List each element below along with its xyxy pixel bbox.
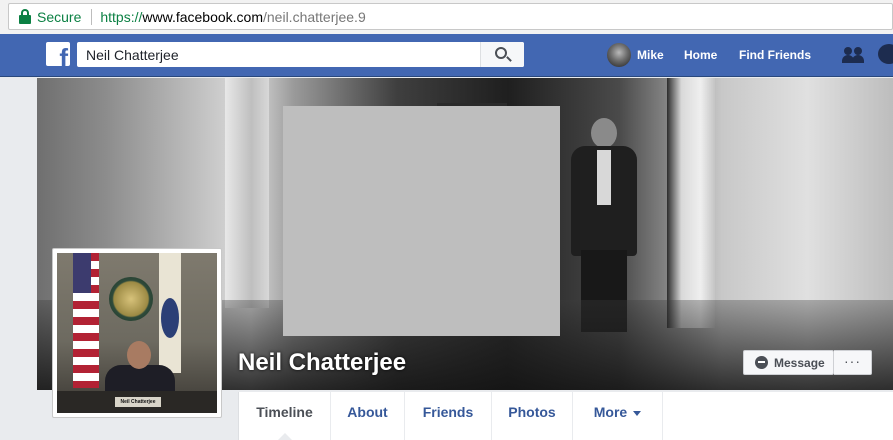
- profile-tabs: Timeline About Friends Photos More: [238, 392, 893, 440]
- message-button-label: Message: [774, 355, 825, 370]
- user-name-link[interactable]: Mike: [637, 48, 664, 62]
- redacted-area: [283, 106, 560, 336]
- find-friends-link[interactable]: Find Friends: [739, 48, 811, 62]
- seal-emblem: [109, 277, 153, 321]
- address-bar[interactable]: Secure https://www.facebook.com/neil.cha…: [8, 3, 893, 30]
- nameplate: Neil Chatterjee: [115, 397, 161, 407]
- secure-label: Secure: [37, 8, 82, 25]
- search-button[interactable]: [480, 42, 524, 67]
- url-path: /neil.chatterjee.9: [263, 8, 366, 25]
- messenger-bubble-icon: [755, 356, 768, 369]
- user-avatar[interactable]: [607, 43, 631, 67]
- profile-name: Neil Chatterjee: [238, 349, 407, 376]
- profile-picture[interactable]: Neil Chatterjee: [52, 248, 222, 418]
- message-button[interactable]: Message: [743, 350, 834, 375]
- tab-about[interactable]: About: [331, 392, 405, 440]
- url-scheme: https://: [100, 8, 143, 25]
- tab-more[interactable]: More: [573, 392, 663, 440]
- lock-icon: [19, 8, 33, 26]
- url-host: www.facebook.com: [142, 8, 263, 25]
- friend-requests-icon[interactable]: [842, 45, 866, 65]
- browser-toolbar: Secure https://www.facebook.com/neil.cha…: [0, 0, 893, 34]
- url-text[interactable]: https://www.facebook.com/neil.chatterjee…: [100, 9, 365, 25]
- messenger-icon[interactable]: [878, 44, 893, 64]
- tab-timeline[interactable]: Timeline: [239, 392, 331, 440]
- more-options-button[interactable]: ···: [834, 350, 872, 375]
- tab-friends[interactable]: Friends: [405, 392, 492, 440]
- facebook-top-bar: f Mike Home Find Friends: [0, 34, 893, 77]
- facebook-logo-icon[interactable]: f: [46, 42, 70, 66]
- tab-photos[interactable]: Photos: [492, 392, 573, 440]
- chevron-down-icon: [633, 410, 642, 416]
- address-separator: [91, 8, 93, 25]
- search-input[interactable]: [77, 42, 477, 67]
- home-link[interactable]: Home: [684, 48, 717, 62]
- search-box: [77, 42, 524, 67]
